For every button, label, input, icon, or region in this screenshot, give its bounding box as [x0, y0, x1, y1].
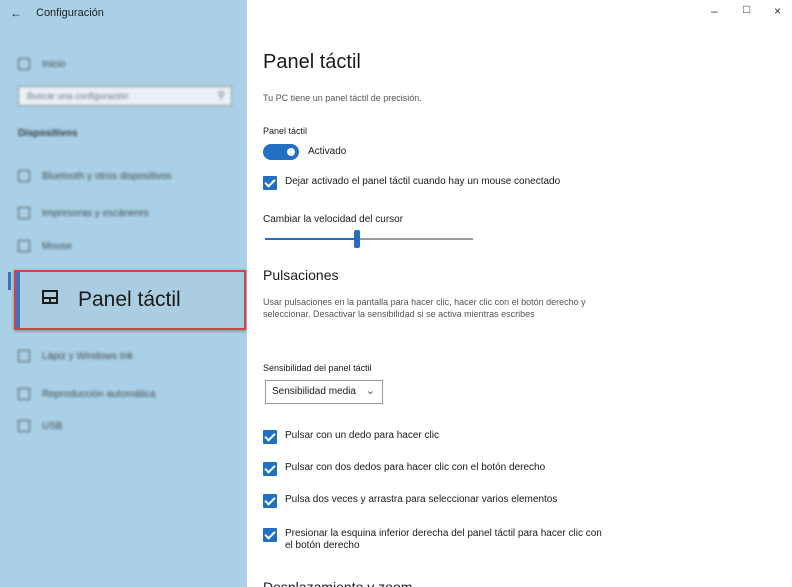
tap-option-row[interactable]: Pulsar con dos dedos para hacer clic con… [263, 462, 545, 476]
back-arrow-icon[interactable]: ← [10, 6, 22, 20]
selection-accent-bar [16, 272, 20, 328]
mouse-icon [18, 240, 30, 252]
sidebar-item-touchpad-callout[interactable]: Panel táctil [14, 270, 246, 330]
sensitivity-value: Sensibilidad media [272, 386, 356, 397]
sidebar-item-label: Panel táctil [78, 288, 181, 311]
main-content: Panel táctil Tu PC tiene un panel táctil… [263, 0, 792, 587]
sidebar-item-bluetooth[interactable]: Bluetooth y otros dispositivos [18, 170, 172, 182]
taps-description: Usar pulsaciones en la pantalla para hac… [263, 297, 586, 319]
selection-indicator [8, 272, 11, 290]
sidebar-item-mouse[interactable]: Mouse [18, 240, 72, 252]
tap-option-row[interactable]: Presionar la esquina inferior derecha de… [263, 528, 608, 552]
sidebar-item-label: USB [42, 420, 63, 432]
sidebar-section-header: Dispositivos [18, 128, 78, 139]
bluetooth-icon [18, 170, 30, 182]
tap-option-row[interactable]: Pulsar con un dedo para hacer clic [263, 430, 439, 444]
cursor-speed-label: Cambiar la velocidad del cursor [263, 214, 404, 225]
taps-heading: Pulsaciones [263, 267, 339, 283]
checkbox-checked-icon[interactable] [263, 528, 277, 542]
usb-icon [18, 420, 30, 432]
page-title: Panel táctil [263, 51, 361, 73]
cursor-speed-slider-thumb[interactable] [354, 230, 360, 248]
touchpad-label: Panel táctil [263, 126, 308, 136]
printer-icon [18, 207, 30, 219]
checkbox-checked-icon[interactable] [263, 430, 277, 444]
scroll-zoom-heading: Desplazamiento y zoom [263, 579, 413, 587]
checkbox-checked-icon[interactable] [263, 176, 277, 190]
chevron-down-icon: ⌄ [365, 385, 375, 397]
toggle-state-label: Activado [308, 146, 347, 157]
titlebar: ← Configuración [10, 6, 104, 20]
sidebar-item-label: Reproducción automática [42, 388, 156, 400]
checkbox-label: Dejar activado el panel táctil cuando ha… [285, 176, 561, 187]
page-description: Tu PC tiene un panel táctil de precisión… [263, 93, 422, 103]
touchpad-toggle[interactable] [263, 144, 299, 160]
home-icon [18, 58, 30, 70]
checkbox-checked-icon[interactable] [263, 462, 277, 476]
sidebar-item-label: Lápiz y Windows Ink [42, 350, 134, 362]
sidebar-item-pen[interactable]: Lápiz y Windows Ink [18, 350, 133, 362]
checkbox-label: Pulsar con un dedo para hacer clic [285, 430, 439, 441]
keep-on-checkbox-row[interactable]: Dejar activado el panel táctil cuando ha… [263, 176, 560, 190]
sidebar-item-label: Bluetooth y otros dispositivos [42, 170, 172, 182]
tap-option-row[interactable]: Pulsa dos veces y arrastra para seleccio… [263, 494, 557, 508]
sensitivity-select[interactable]: Sensibilidad media ⌄ [265, 380, 383, 404]
touchpad-icon [42, 290, 58, 304]
checkbox-label: Presionar la esquina inferior derecha de… [285, 528, 602, 551]
sidebar-item-label: Impresoras y escáneres [42, 207, 149, 219]
search-icon: ⚲ [217, 90, 225, 101]
window-title: Configuración [36, 7, 104, 19]
checkbox-label: Pulsar con dos dedos para hacer clic con… [285, 462, 546, 473]
sidebar-item-label: Inicio [42, 58, 66, 70]
cursor-speed-slider-fill [265, 238, 357, 240]
autoplay-icon [18, 388, 30, 400]
search-input[interactable]: Buscar una configuración ⚲ [18, 86, 232, 106]
sensitivity-label: Sensibilidad del panel táctil [263, 363, 372, 373]
sidebar-item-printers[interactable]: Impresoras y escáneres [18, 207, 149, 219]
checkbox-checked-icon[interactable] [263, 494, 277, 508]
sidebar-item-usb[interactable]: USB [18, 420, 63, 432]
sidebar-item-home[interactable]: Inicio [18, 58, 65, 70]
sidebar-item-label: Mouse [42, 240, 73, 252]
search-placeholder: Buscar una configuración [27, 91, 129, 101]
sidebar-item-autoplay[interactable]: Reproducción automática [18, 388, 155, 400]
checkbox-label: Pulsa dos veces y arrastra para seleccio… [285, 494, 558, 505]
pen-icon [18, 350, 30, 362]
